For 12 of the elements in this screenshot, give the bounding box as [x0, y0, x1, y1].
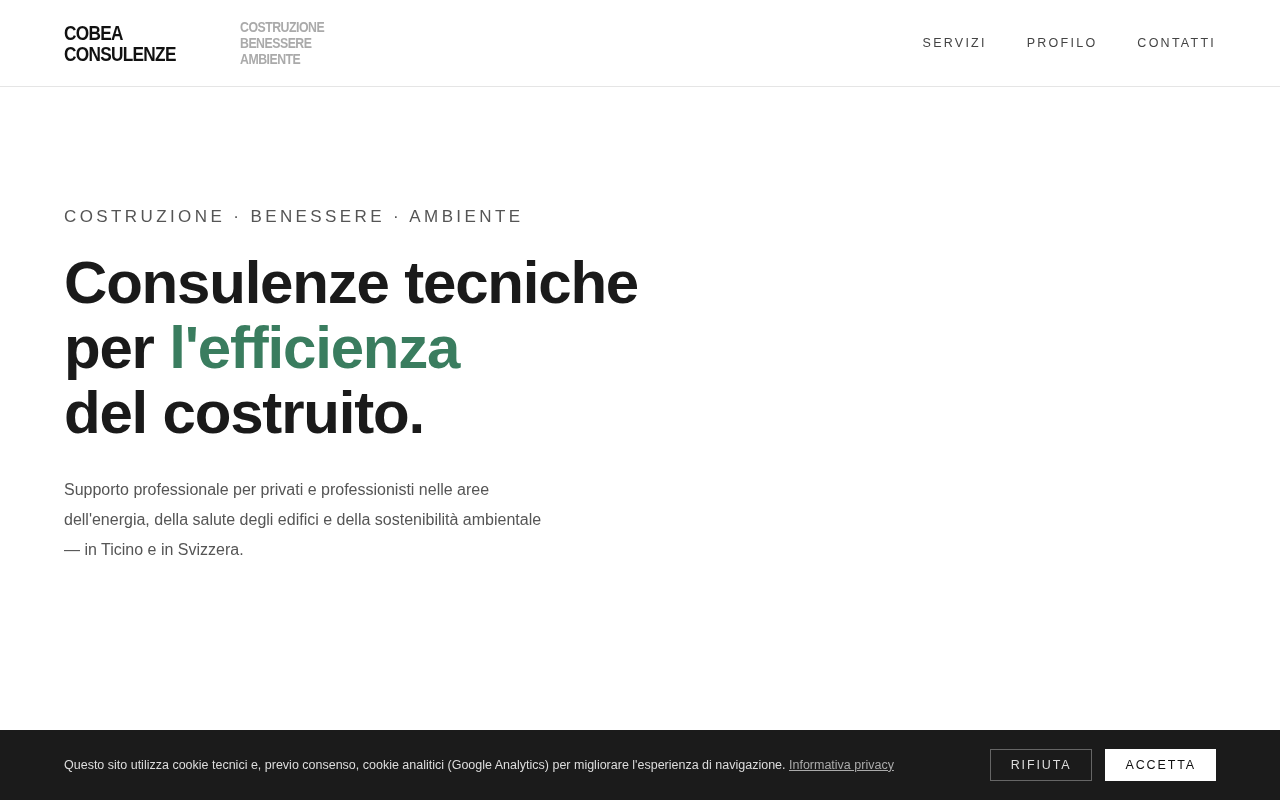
hero-lead: Supporto professionale per privati e professionisti nelle aree dell'energia, della salute degli edifici e della sostenibilità ambientale — in Ticino e in Svizzera.	[64, 479, 542, 560]
cookie-text: Questo sito utilizza cookie tecnici e, previo consenso, cookie analitici (Google Analytics) per migliorare l'esperienza di navigazione. Informativa privacy	[64, 756, 894, 774]
nav-link[interactable]: SERVIZI	[922, 33, 987, 53]
tagline: COSTRUZIONE BENESSERE AMBIENTE	[240, 19, 325, 67]
reject-button[interactable]: RIFIUTA	[989, 749, 1093, 781]
nav-link[interactable]: CONTATTI	[1137, 33, 1216, 53]
privacy-link[interactable]: Informativa privacy	[789, 757, 894, 772]
hero-heading: Consulenze tecniche per l'efficienza del costruito.	[64, 249, 638, 445]
logo[interactable]: COBEA CONSULENZE	[64, 22, 176, 64]
accept-button[interactable]: ACCETTA	[1105, 749, 1216, 781]
nav-link[interactable]: PROFILO	[1026, 33, 1098, 53]
hero-eyebrow: COSTRUZIONE · BENESSERE · AMBIENTE	[64, 206, 525, 228]
